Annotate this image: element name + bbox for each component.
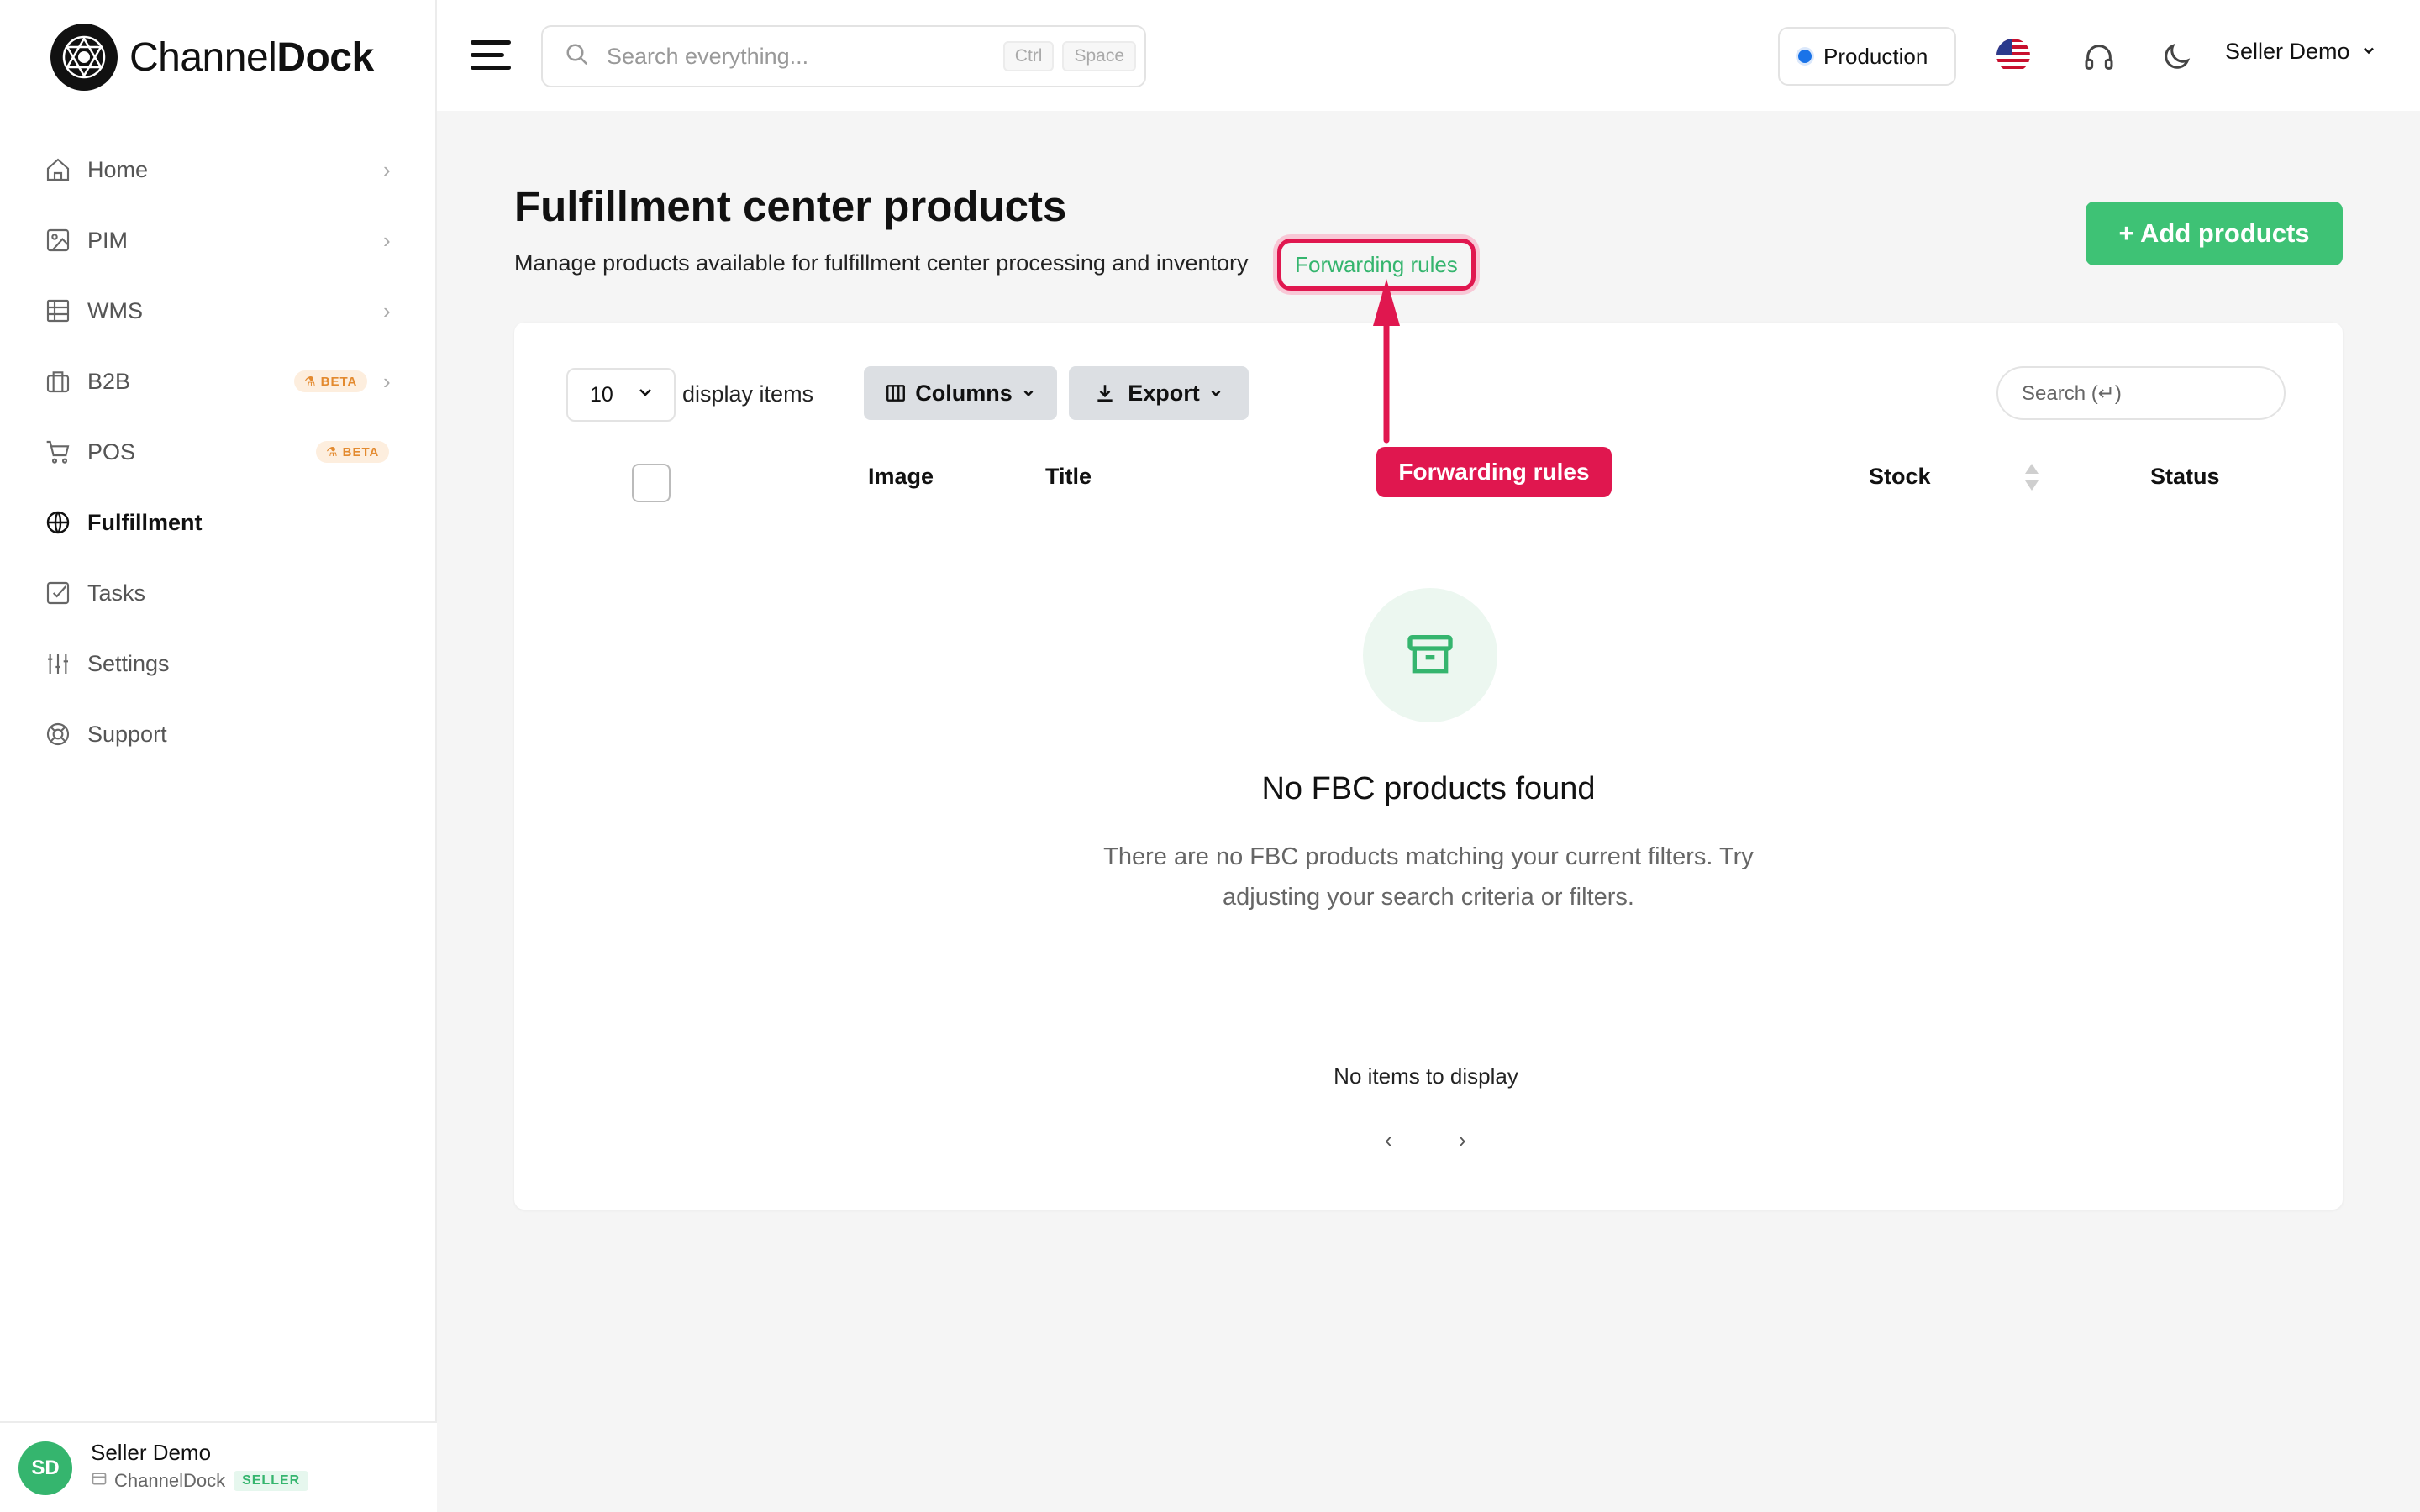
avatar: SD — [18, 1441, 72, 1495]
chevron-right-icon: › — [383, 227, 391, 253]
columns-icon — [885, 382, 907, 404]
sidebar-item-fulfillment[interactable]: Fulfillment — [0, 487, 437, 558]
select-all-checkbox[interactable] — [632, 464, 671, 502]
chevron-right-icon: › — [383, 297, 391, 323]
sidebar-item-settings[interactable]: Settings — [0, 628, 437, 699]
sidebar-item-label: POS — [87, 438, 136, 465]
shortcut-key: Ctrl — [1002, 41, 1055, 71]
chevron-down-icon — [2360, 39, 2377, 65]
role-badge: SELLER — [234, 1471, 309, 1491]
sidebar-item-label: Fulfillment — [87, 509, 203, 535]
sidebar-item-wms[interactable]: WMS › — [0, 276, 437, 346]
sidebar-item-home[interactable]: Home › — [0, 134, 437, 205]
sidebar-item-label: Settings — [87, 650, 170, 676]
environment-label: Production — [1823, 43, 1928, 69]
sidebar: ChannelDock Home › PIM › WMS › B2B ⚗ BET… — [0, 0, 437, 1512]
sidebar-item-label: PIM — [87, 227, 129, 253]
sidebar-item-label: Tasks — [87, 580, 146, 606]
sidebar-item-label: B2B — [87, 368, 131, 394]
export-button[interactable]: Export — [1069, 366, 1249, 420]
top-header: Search everything... Ctrl Space Producti… — [437, 0, 2420, 111]
no-items-message: No items to display — [1334, 1063, 1518, 1089]
sidebar-item-tasks[interactable]: Tasks — [0, 558, 437, 628]
briefcase-icon — [44, 367, 72, 396]
sidebar-item-label: WMS — [87, 297, 143, 323]
column-header-image[interactable]: Image — [868, 464, 934, 490]
per-page-label: display items — [682, 381, 814, 407]
user-name: Seller Demo — [91, 1440, 212, 1465]
environment-selector[interactable]: Production — [1778, 27, 1956, 86]
lifebuoy-icon — [44, 720, 72, 748]
per-page-select[interactable]: 10 — [566, 368, 676, 422]
search-placeholder: Search everything... — [607, 43, 809, 69]
status-dot-icon — [1798, 50, 1812, 63]
column-header-stock[interactable]: Stock — [1869, 464, 1931, 490]
user-organization: ChannelDock SELLER — [91, 1470, 309, 1492]
sliders-icon — [44, 649, 72, 678]
home-icon — [44, 155, 72, 184]
add-products-button[interactable]: + Add products — [2086, 202, 2343, 265]
chevron-right-icon: › — [383, 156, 391, 182]
us-flag-icon[interactable] — [1996, 39, 2030, 72]
previous-page-button[interactable]: ‹ — [1385, 1127, 1392, 1153]
annotation-callout: Forwarding rules — [1376, 447, 1612, 497]
chevron-down-icon — [1021, 386, 1036, 401]
sidebar-user-profile[interactable]: SD Seller Demo ChannelDock SELLER — [0, 1421, 437, 1512]
chevron-down-icon — [635, 382, 655, 408]
cart-icon — [44, 438, 72, 466]
beta-badge: ⚗ BETA — [294, 370, 368, 392]
search-icon — [565, 42, 590, 71]
annotation-arrow-icon — [1373, 279, 1400, 444]
global-search-input[interactable]: Search everything... Ctrl Space — [541, 25, 1146, 87]
sidebar-item-pim[interactable]: PIM › — [0, 205, 437, 276]
logo-text: ChannelDock — [129, 34, 374, 80]
sidebar-nav: Home › PIM › WMS › B2B ⚗ BETA › POS ⚗ BE… — [0, 134, 437, 769]
shortcut-key: Space — [1062, 41, 1136, 71]
next-page-button[interactable]: › — [1459, 1127, 1466, 1153]
logo-icon — [50, 24, 118, 91]
table-search-input[interactable]: Search (↵) — [1996, 366, 2286, 420]
sidebar-item-b2b[interactable]: B2B ⚗ BETA › — [0, 346, 437, 417]
chevron-right-icon: › — [383, 368, 391, 394]
headset-icon[interactable] — [2082, 40, 2116, 74]
chevron-down-icon — [1208, 386, 1223, 401]
moon-icon[interactable] — [2160, 40, 2193, 74]
empty-state-title: No FBC products found — [1261, 771, 1596, 806]
beta-badge: ⚗ BETA — [316, 441, 390, 463]
column-header-title[interactable]: Title — [1045, 464, 1092, 490]
columns-button[interactable]: Columns — [864, 366, 1057, 420]
column-header-status[interactable]: Status — [2150, 464, 2220, 490]
sidebar-item-support[interactable]: Support — [0, 699, 437, 769]
menu-toggle-icon[interactable] — [471, 40, 511, 71]
channeldock-logo[interactable]: ChannelDock — [50, 24, 374, 91]
image-icon — [44, 226, 72, 255]
table-icon — [44, 297, 72, 325]
empty-state-description: There are no FBC products matching your … — [1103, 843, 1754, 911]
empty-state-icon — [1363, 588, 1497, 722]
page-title: Fulfillment center products — [514, 182, 1067, 230]
download-icon — [1094, 382, 1116, 404]
user-menu-dropdown[interactable]: Seller Demo — [2225, 39, 2377, 65]
sort-icon[interactable] — [2023, 462, 2040, 496]
building-icon — [91, 1470, 108, 1492]
sidebar-item-label: Home — [87, 156, 149, 182]
sidebar-item-label: Support — [87, 721, 167, 747]
products-table-card: 10 display items Columns Export Search (… — [514, 279, 2343, 1210]
checkbox-icon — [44, 579, 72, 607]
page-subtitle: Manage products available for fulfillmen… — [514, 250, 1249, 276]
globe-icon — [44, 508, 72, 537]
sidebar-item-pos[interactable]: POS ⚗ BETA — [0, 417, 437, 487]
